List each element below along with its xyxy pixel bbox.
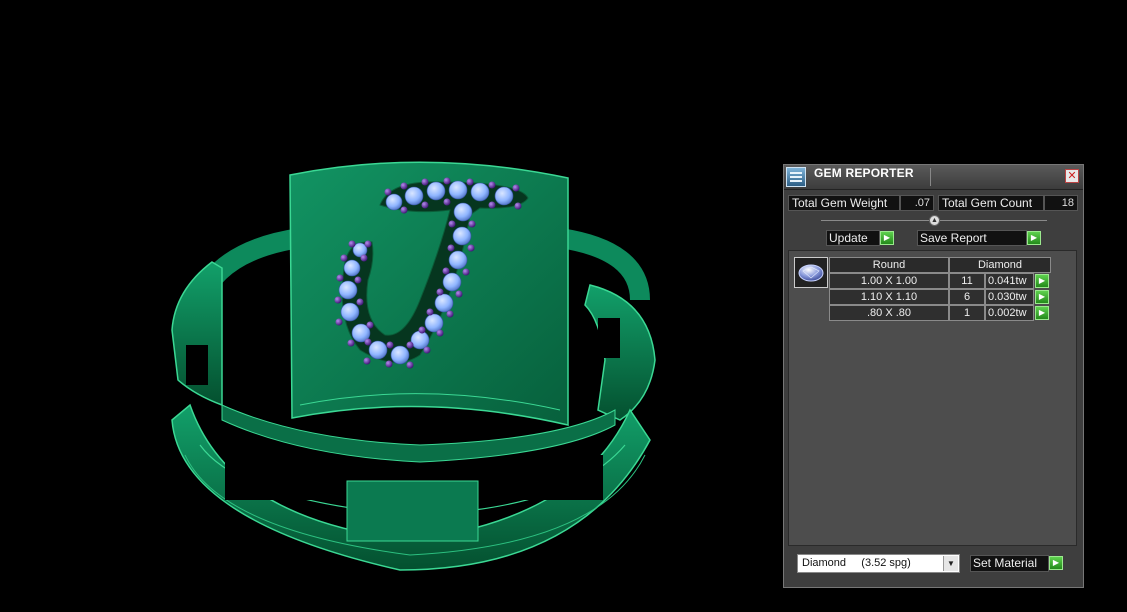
total-gem-count-label: Total Gem Count <box>938 195 1044 211</box>
row-count: 1 <box>949 305 985 321</box>
save-report-arrow-icon[interactable]: ▶ <box>1027 231 1041 245</box>
update-arrow-icon[interactable]: ▶ <box>880 231 894 245</box>
ring-band-front-gap-left <box>225 455 343 500</box>
row-select-arrow-icon[interactable]: ▶ <box>1035 274 1049 288</box>
row-weight: 0.030tw <box>985 289 1034 305</box>
ring-model <box>171 161 656 571</box>
row-select-arrow-icon[interactable]: ▶ <box>1035 306 1049 320</box>
close-icon[interactable]: ✕ <box>1065 169 1079 183</box>
set-material-button[interactable]: Set Material <box>970 555 1049 572</box>
ring-band-right-gap <box>598 318 620 358</box>
row-size: 1.10 X 1.10 <box>829 289 949 305</box>
row-count: 6 <box>949 289 985 305</box>
row-size: .80 X .80 <box>829 305 949 321</box>
total-gem-weight-value: .07 <box>900 195 934 211</box>
ring-band-front-gap-right <box>478 455 603 500</box>
ring-band-front-bridge <box>346 480 479 542</box>
update-button[interactable]: Update <box>826 230 880 246</box>
panel-title: GEM REPORTER <box>814 166 914 180</box>
total-gem-weight-label: Total Gem Weight <box>788 195 900 211</box>
shape-header: Round <box>829 257 949 273</box>
material-select-value: Diamond (3.52 spg) <box>802 557 911 569</box>
ring-band-left-gap <box>186 345 208 385</box>
row-weight: 0.041tw <box>985 273 1034 289</box>
material-select[interactable]: Diamond (3.52 spg) ▼ <box>797 554 960 573</box>
save-report-button[interactable]: Save Report <box>917 230 1027 246</box>
row-size: 1.00 X 1.00 <box>829 273 949 289</box>
row-select-arrow-icon[interactable]: ▶ <box>1035 290 1049 304</box>
title-divider <box>930 168 931 186</box>
total-gem-count-value: 18 <box>1044 195 1078 211</box>
gem-reporter-panel: GEM REPORTER ✕ Total Gem Weight .07 Tota… <box>783 164 1084 588</box>
round-diamond-gem-icon[interactable] <box>794 257 828 288</box>
panel-titlebar[interactable]: GEM REPORTER ✕ <box>784 165 1083 190</box>
set-material-arrow-icon[interactable]: ▶ <box>1049 556 1063 570</box>
collapse-arrow-icon[interactable]: ▲ <box>929 215 940 226</box>
material-header: Diamond <box>949 257 1051 273</box>
row-count: 11 <box>949 273 985 289</box>
dropdown-arrow-icon[interactable]: ▼ <box>943 556 958 571</box>
row-weight: 0.002tw <box>985 305 1034 321</box>
gem-reporter-app-icon <box>786 167 806 187</box>
